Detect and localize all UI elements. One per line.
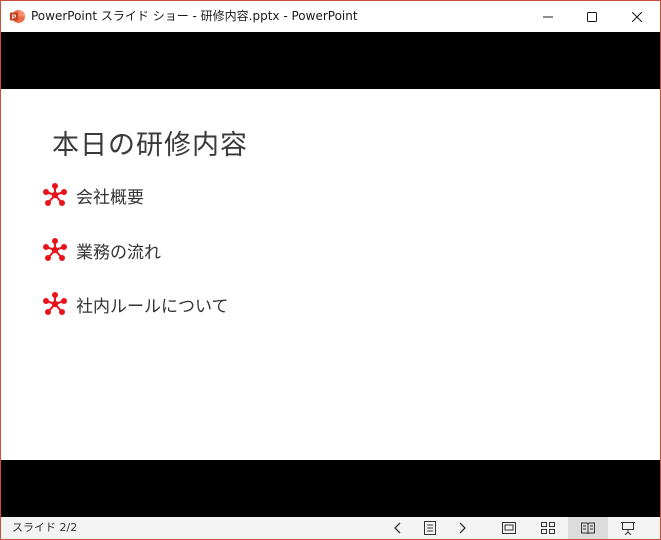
powerpoint-icon: P	[10, 9, 25, 24]
bullet-text: 社内ルールについて	[76, 296, 229, 317]
reading-view-button[interactable]	[568, 517, 608, 539]
status-bar: スライド 2/2	[1, 517, 660, 539]
slide-sorter-button[interactable]	[534, 517, 562, 539]
close-button[interactable]	[614, 1, 660, 32]
normal-view-button[interactable]	[495, 517, 523, 539]
next-slide-button[interactable]	[448, 517, 476, 539]
notes-icon	[424, 521, 436, 535]
notes-button[interactable]	[416, 517, 444, 539]
minimize-button[interactable]	[525, 1, 571, 32]
network-star-icon	[43, 292, 67, 315]
title-bar[interactable]: P PowerPoint スライド ショー - 研修内容.pptx - Powe…	[1, 1, 660, 32]
slideshow-button[interactable]	[614, 517, 642, 539]
slide-title: 本日の研修内容	[52, 130, 248, 161]
normal-view-icon	[502, 522, 516, 534]
maximize-button[interactable]	[569, 1, 615, 32]
slideshow-icon	[621, 522, 635, 535]
close-icon	[632, 11, 642, 22]
svg-text:P: P	[12, 14, 17, 21]
network-star-icon	[43, 183, 67, 206]
slide-sorter-icon	[541, 522, 555, 534]
slide-canvas[interactable]: 本日の研修内容 会社概要 業務の流れ 社内ルールについて	[1, 89, 660, 460]
minimize-icon	[543, 16, 553, 17]
window-title: PowerPoint スライド ショー - 研修内容.pptx - PowerP…	[31, 9, 358, 23]
previous-slide-icon	[394, 522, 401, 534]
reading-view-icon	[581, 522, 595, 534]
bullet-item: 社内ルールについて	[43, 292, 229, 317]
next-slide-icon	[459, 522, 466, 534]
letterbox-top	[1, 32, 660, 89]
network-star-icon	[43, 238, 67, 261]
bullet-text: 会社概要	[76, 187, 144, 208]
maximize-icon	[587, 11, 597, 22]
bullet-item: 業務の流れ	[43, 238, 161, 263]
letterbox-bottom	[1, 460, 660, 517]
bullet-item: 会社概要	[43, 183, 144, 208]
previous-slide-button[interactable]	[384, 517, 412, 539]
powerpoint-window: P PowerPoint スライド ショー - 研修内容.pptx - Powe…	[0, 0, 661, 540]
slide-indicator: スライド 2/2	[12, 521, 78, 534]
bullet-text: 業務の流れ	[76, 242, 161, 263]
